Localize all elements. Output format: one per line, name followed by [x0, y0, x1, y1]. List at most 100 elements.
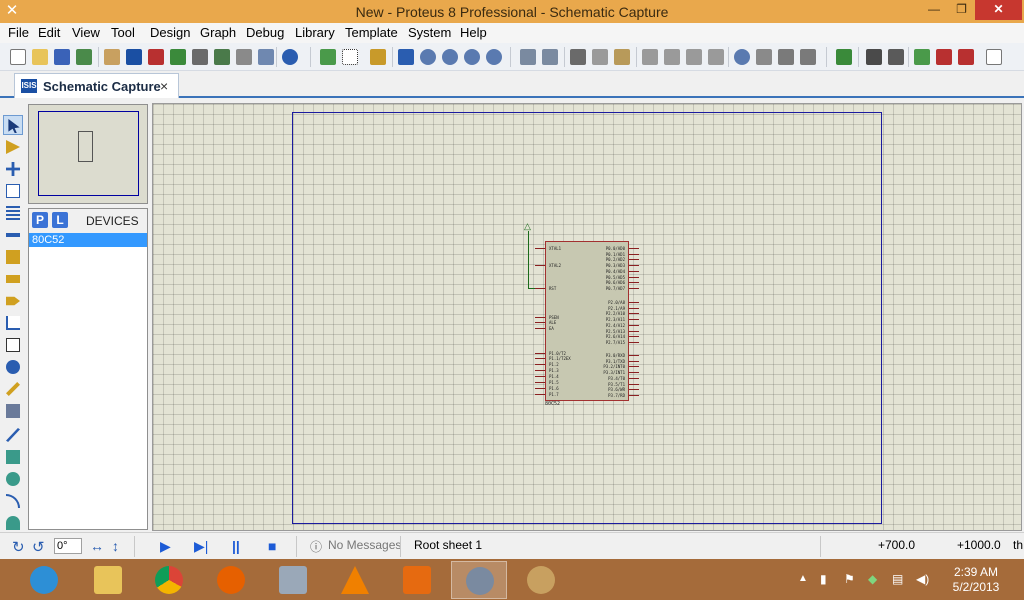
voltage-probe-icon[interactable]	[3, 379, 23, 399]
junction-dot-icon[interactable]	[3, 159, 23, 179]
2d-circle-icon[interactable]	[3, 469, 23, 489]
component-mode-icon[interactable]	[3, 137, 23, 157]
menu-system[interactable]: System	[408, 25, 451, 40]
taskbar-chrome[interactable]	[141, 561, 197, 599]
wire-autorouter-icon[interactable]	[834, 47, 854, 67]
menu-view[interactable]: View	[72, 25, 100, 40]
bom-icon[interactable]	[212, 47, 232, 67]
import-icon[interactable]	[74, 47, 94, 67]
design-explorer-icon[interactable]	[234, 47, 254, 67]
virtual-instruments-icon[interactable]	[3, 401, 23, 421]
taskbar-calculator[interactable]	[265, 561, 321, 599]
menu-graph[interactable]: Graph	[200, 25, 236, 40]
library-manager-button[interactable]: L	[52, 212, 68, 228]
zoom-in-icon[interactable]	[418, 47, 438, 67]
origin-icon[interactable]	[368, 47, 388, 67]
menu-file[interactable]: File	[8, 25, 29, 40]
decompose-icon[interactable]	[798, 47, 818, 67]
redo-icon[interactable]	[540, 47, 560, 67]
menu-library[interactable]: Library	[295, 25, 335, 40]
rotate-clockwise-icon[interactable]: ↻	[12, 538, 25, 556]
play-icon[interactable]: ▶	[160, 538, 171, 555]
menu-debug[interactable]: Debug	[246, 25, 284, 40]
zoom-all-icon[interactable]	[462, 47, 482, 67]
zoom-area-icon[interactable]	[484, 47, 504, 67]
menu-template[interactable]: Template	[345, 25, 398, 40]
new-sheet-icon[interactable]	[912, 47, 932, 67]
maximize-button[interactable]: ❐	[948, 0, 975, 20]
minimize-button[interactable]: —	[920, 0, 948, 20]
menu-edit[interactable]: Edit	[38, 25, 60, 40]
volume-icon[interactable]: ◀)	[916, 572, 929, 586]
grid-toggle-icon[interactable]	[340, 47, 360, 67]
update-icon[interactable]: ◆	[868, 572, 877, 586]
schematic-canvas[interactable]: △ XTAL1 XTAL2 RST PSEN ALE EA P1.0/T2 P1.1/T2EX…	[152, 103, 1022, 531]
remove-sheet-icon[interactable]	[934, 47, 954, 67]
undo-icon[interactable]	[518, 47, 538, 67]
network-icon[interactable]: ▤	[892, 572, 903, 586]
pick-device-icon[interactable]	[732, 47, 752, 67]
close-button[interactable]: ✕	[975, 0, 1022, 20]
taskbar-proteus[interactable]	[451, 561, 507, 599]
electrical-rule-check-icon[interactable]	[984, 47, 1004, 67]
power-icon[interactable]: ▮	[820, 572, 827, 586]
schematic-icon[interactable]	[124, 47, 144, 67]
refresh-icon[interactable]	[318, 47, 338, 67]
graph-mode-icon[interactable]	[3, 313, 23, 333]
menu-tool[interactable]: Tool	[111, 25, 135, 40]
tape-recorder-icon[interactable]	[3, 335, 23, 355]
tab-close-icon[interactable]: ×	[160, 78, 168, 94]
packaging-tool-icon[interactable]	[776, 47, 796, 67]
message-count[interactable]: No Messages	[328, 538, 401, 552]
taskbar-micromax[interactable]	[389, 561, 445, 599]
pcb-layout-icon[interactable]	[146, 47, 166, 67]
menu-design[interactable]: Design	[150, 25, 190, 40]
tray-overflow-icon[interactable]: ▲	[798, 573, 808, 584]
overview-window[interactable]	[28, 104, 148, 204]
terminals-icon[interactable]	[3, 269, 23, 289]
2d-arc-icon[interactable]	[3, 491, 23, 511]
text-script-icon[interactable]	[3, 203, 23, 223]
cut-icon[interactable]	[568, 47, 588, 67]
flag-icon[interactable]: ⚑	[844, 572, 855, 586]
save-icon[interactable]	[52, 47, 72, 67]
pick-devices-button[interactable]: P	[32, 212, 48, 228]
gerber-icon[interactable]	[190, 47, 210, 67]
netlist-icon[interactable]	[256, 47, 276, 67]
block-copy-icon[interactable]	[640, 47, 660, 67]
pause-icon[interactable]: ||	[232, 538, 240, 554]
device-list-item[interactable]: 80C52	[29, 233, 147, 247]
generator-icon[interactable]	[3, 357, 23, 377]
zoom-out-icon[interactable]	[440, 47, 460, 67]
device-pins-icon[interactable]	[3, 291, 23, 311]
exit-to-parent-icon[interactable]	[956, 47, 976, 67]
open-folder-icon[interactable]	[30, 47, 50, 67]
search-tag-icon[interactable]	[864, 47, 884, 67]
buses-icon[interactable]	[3, 225, 23, 245]
2d-line-icon[interactable]	[3, 425, 23, 445]
selection-mode-icon[interactable]	[3, 115, 23, 135]
make-device-icon[interactable]	[754, 47, 774, 67]
wire-label-icon[interactable]	[3, 181, 23, 201]
rotate-anticlockwise-icon[interactable]: ↺	[32, 538, 45, 556]
mirror-vertical-icon[interactable]: ↕	[112, 538, 119, 554]
taskbar-internet-explorer[interactable]	[16, 561, 72, 599]
taskbar-vlc[interactable]	[327, 561, 383, 599]
2d-path-icon[interactable]	[3, 513, 23, 533]
2d-box-icon[interactable]	[3, 447, 23, 467]
pan-icon[interactable]	[396, 47, 416, 67]
new-file-icon[interactable]	[8, 47, 28, 67]
block-move-icon[interactable]	[662, 47, 682, 67]
rotation-field[interactable]: 0°	[54, 538, 82, 554]
taskbar-firefox[interactable]	[203, 561, 259, 599]
home-icon[interactable]	[102, 47, 122, 67]
mirror-horizontal-icon[interactable]: ↔	[90, 538, 104, 554]
block-delete-icon[interactable]	[706, 47, 726, 67]
block-rotate-icon[interactable]	[684, 47, 704, 67]
subcircuit-icon[interactable]	[3, 247, 23, 267]
paste-icon[interactable]	[612, 47, 632, 67]
step-icon[interactable]: ▶|	[194, 538, 208, 555]
copy-icon[interactable]	[590, 47, 610, 67]
tab-schematic-capture[interactable]: ISIS Schematic Capture ×	[14, 73, 179, 98]
system-clock[interactable]: 2:39 AM 5/2/2013	[946, 565, 1006, 595]
